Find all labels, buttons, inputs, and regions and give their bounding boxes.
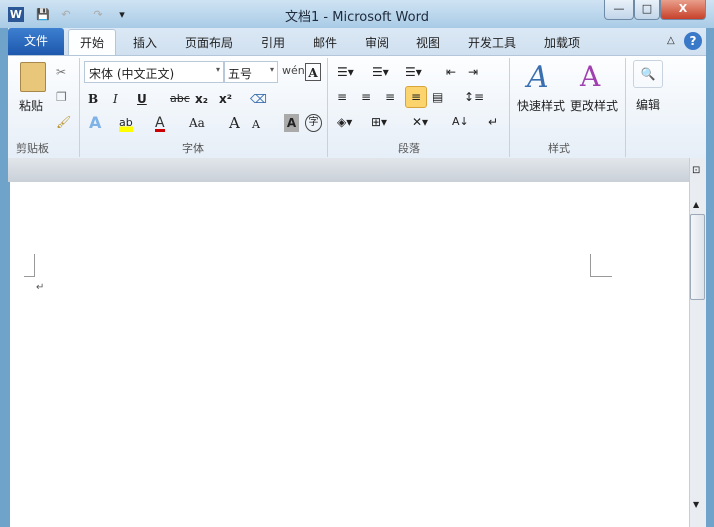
decrease-indent-icon[interactable]: ⇤	[446, 63, 456, 81]
find-icon[interactable]: 🔍	[633, 60, 663, 88]
close-button[interactable]: X	[660, 0, 706, 20]
borders-icon[interactable]: ⊞▾	[371, 113, 387, 131]
clear-formatting-icon[interactable]: ⌫	[250, 90, 267, 108]
highlight-color-icon[interactable]: ab	[119, 114, 133, 132]
ruler-area	[8, 158, 689, 182]
tab-mailings[interactable]: 邮件	[313, 34, 337, 51]
bullets-icon[interactable]: ☰▾	[337, 63, 354, 81]
scroll-up-icon[interactable]: ▲	[693, 200, 699, 209]
ruler-toggle-icon[interactable]: ⊡	[692, 165, 700, 176]
styles-label: 样式	[548, 142, 570, 155]
font-label: 字体	[182, 142, 204, 155]
tab-developer[interactable]: 开发工具	[468, 34, 516, 51]
maximize-button[interactable]: □	[634, 0, 660, 20]
font-name-select[interactable]: 宋体 (中文正文) ▾	[84, 61, 224, 83]
font-size-value: 五号	[228, 67, 253, 81]
bold-button[interactable]: B	[88, 90, 98, 108]
align-right-icon[interactable]: ≡	[385, 88, 395, 106]
window-frame	[706, 28, 714, 527]
tab-review[interactable]: 审阅	[365, 34, 389, 51]
paste-icon[interactable]	[20, 62, 46, 92]
editing-button[interactable]: 编辑	[636, 96, 660, 113]
numbering-icon[interactable]: ☰▾	[372, 63, 389, 81]
text-effects-icon[interactable]: A	[89, 114, 101, 132]
italic-button[interactable]: I	[113, 90, 118, 108]
character-border-icon[interactable]: A	[305, 63, 321, 81]
tab-file[interactable]: 文件	[8, 28, 64, 55]
chinese-layout-icon[interactable]: ✕▾	[412, 113, 428, 131]
minimize-button[interactable]: —	[604, 0, 634, 20]
strikethrough-button[interactable]: abc	[170, 90, 190, 108]
clipboard-label: 剪贴板	[16, 142, 49, 155]
phonetic-guide-icon[interactable]: wén	[282, 62, 305, 80]
tab-references[interactable]: 引用	[261, 34, 285, 51]
line-spacing-icon[interactable]: ↕≡	[464, 88, 484, 106]
align-left-icon[interactable]: ≡	[337, 88, 347, 106]
character-shading-button[interactable]: A	[284, 114, 299, 132]
underline-button[interactable]: U	[137, 90, 147, 108]
collapse-ribbon-icon[interactable]: △	[667, 35, 675, 46]
font-name-value: 宋体 (中文正文)	[89, 67, 175, 81]
font-color-icon[interactable]: A	[155, 114, 165, 132]
grow-font-button[interactable]: A	[229, 114, 240, 132]
tab-add-ins[interactable]: 加载项	[544, 34, 580, 51]
tab-insert[interactable]: 插入	[133, 34, 157, 51]
paragraph-mark: ↵	[36, 282, 45, 293]
shrink-font-button[interactable]: A	[252, 116, 260, 134]
scrollbar-thumb[interactable]	[690, 214, 705, 300]
align-center-icon[interactable]: ≡	[361, 88, 371, 106]
tab-page-layout[interactable]: 页面布局	[185, 34, 233, 51]
show-marks-icon[interactable]: ↵	[488, 113, 498, 131]
scroll-down-icon[interactable]: ▼	[693, 500, 699, 509]
copy-icon[interactable]: ❐	[56, 88, 67, 106]
enclose-characters-button[interactable]: 字	[305, 114, 322, 132]
paragraph-label: 段落	[398, 142, 420, 155]
tab-view[interactable]: 视图	[416, 34, 440, 51]
subscript-button[interactable]: x₂	[195, 90, 208, 108]
document-page[interactable]: ↵	[10, 182, 689, 527]
paste-button[interactable]: 粘贴	[19, 97, 43, 114]
change-case-button[interactable]: Aa	[189, 114, 205, 132]
superscript-button[interactable]: x²	[219, 90, 232, 108]
change-styles-button[interactable]: 更改样式	[570, 97, 618, 114]
increase-indent-icon[interactable]: ⇥	[468, 63, 478, 81]
help-icon[interactable]: ?	[684, 32, 702, 50]
sort-icon[interactable]: A↓	[452, 113, 469, 131]
margin-corner-left	[24, 254, 35, 277]
cut-icon[interactable]: ✂	[56, 63, 66, 81]
justify-icon[interactable]: ≡	[405, 86, 427, 108]
distributed-icon[interactable]: ▤	[432, 88, 443, 106]
multilevel-list-icon[interactable]: ☰▾	[405, 63, 422, 81]
change-styles-icon[interactable]: A	[580, 60, 600, 93]
tab-home[interactable]: 开始	[68, 29, 116, 56]
quick-styles-icon[interactable]: A	[527, 60, 549, 95]
quick-styles-button[interactable]: 快速样式	[517, 97, 565, 114]
shading-icon[interactable]: ◈▾	[337, 113, 352, 131]
font-size-select[interactable]: 五号 ▾	[224, 61, 278, 83]
margin-corner-right	[590, 254, 612, 277]
format-painter-icon[interactable]: 🖌	[56, 113, 71, 131]
